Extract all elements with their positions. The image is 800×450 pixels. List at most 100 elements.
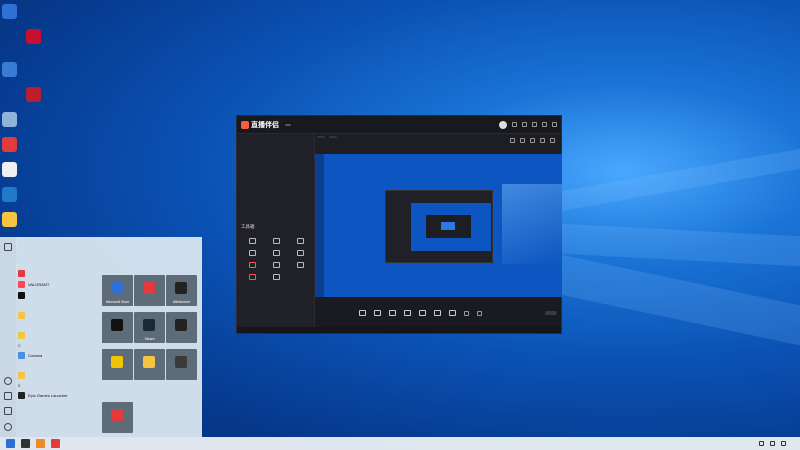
start-menu[interactable]: VALORANT C Cortana E Epic Games Launcher Mi… <box>0 237 202 437</box>
network-icon[interactable] <box>759 441 764 446</box>
mail-icon[interactable] <box>512 122 517 127</box>
app-label: VALORANT <box>28 282 50 287</box>
list-item[interactable] <box>18 268 98 279</box>
avatar[interactable] <box>499 120 507 129</box>
start-icon[interactable] <box>6 439 15 448</box>
app-icon[interactable] <box>36 439 45 448</box>
tool-item[interactable] <box>241 262 263 269</box>
list-item[interactable] <box>18 370 98 381</box>
app-icon <box>18 352 25 359</box>
app-icon[interactable] <box>51 439 60 448</box>
action-icon[interactable] <box>510 138 515 143</box>
recycle-bin-icon[interactable] <box>2 112 17 127</box>
app-icon[interactable] <box>2 187 17 202</box>
share-icon[interactable] <box>550 138 555 143</box>
close-icon[interactable] <box>552 122 557 127</box>
list-item[interactable]: Epic Games Launcher <box>18 390 98 401</box>
group-letter[interactable] <box>18 301 98 310</box>
tool-icon <box>248 250 256 256</box>
list-item[interactable] <box>18 330 98 341</box>
file-icon[interactable] <box>2 162 17 177</box>
start-tile[interactable] <box>102 349 133 380</box>
start-tile[interactable] <box>102 402 133 433</box>
tool-item[interactable] <box>241 250 263 257</box>
tool-item[interactable] <box>241 274 263 281</box>
tile-icon <box>175 319 187 331</box>
bottom-tool[interactable] <box>404 309 411 317</box>
bottom-tool[interactable] <box>359 309 366 317</box>
live-companion-window[interactable]: 直播伴侣 工具箱 <box>236 115 562 334</box>
mode-pill[interactable] <box>329 136 337 138</box>
bottom-tool[interactable] <box>449 309 456 317</box>
action-icon[interactable] <box>520 138 525 143</box>
bottom-tool[interactable] <box>374 309 381 317</box>
group-letter[interactable] <box>18 361 98 370</box>
left-panel: 工具箱 <box>237 134 315 333</box>
settings-icon[interactable] <box>522 122 527 127</box>
bottom-toolbar <box>315 297 561 329</box>
minimize-icon[interactable] <box>532 122 537 127</box>
app-icon[interactable] <box>26 87 41 102</box>
start-tile[interactable] <box>166 349 197 380</box>
tool-item[interactable] <box>289 238 311 245</box>
section-recent <box>18 259 98 268</box>
app-icon <box>18 372 25 379</box>
list-item[interactable]: Cortana <box>18 350 98 361</box>
tool-item[interactable] <box>289 262 311 269</box>
list-item[interactable]: VALORANT <box>18 279 98 290</box>
bottom-tool[interactable] <box>389 309 396 317</box>
document-icon[interactable] <box>4 392 12 400</box>
tool-grid <box>241 238 311 281</box>
camera-icon[interactable] <box>464 310 469 316</box>
network-icon[interactable] <box>2 62 17 77</box>
app-icon[interactable] <box>2 137 17 152</box>
tool-item[interactable] <box>289 250 311 257</box>
stream-preview[interactable] <box>315 154 562 297</box>
user-icon[interactable] <box>4 377 12 385</box>
bottom-tool[interactable] <box>434 309 441 317</box>
scene-pill[interactable] <box>317 136 325 138</box>
list-item[interactable] <box>18 310 98 321</box>
app-icon[interactable] <box>2 4 17 19</box>
folder-icon[interactable] <box>2 212 17 227</box>
start-tile[interactable] <box>134 275 165 306</box>
start-tile[interactable]: Microsoft Store <box>102 275 133 306</box>
start-tile[interactable] <box>102 312 133 343</box>
group-letter[interactable]: C <box>18 341 98 350</box>
header-actions <box>510 138 555 143</box>
list-item[interactable] <box>18 290 98 301</box>
tool-item[interactable] <box>265 262 287 269</box>
window-titlebar[interactable]: 直播伴侣 <box>237 116 561 134</box>
recent-apps: VALORANT <box>18 268 98 301</box>
group-letter[interactable] <box>18 321 98 330</box>
action-icon[interactable] <box>540 138 545 143</box>
app-icon[interactable] <box>26 29 41 44</box>
start-tile[interactable]: Afterburner <box>166 275 197 306</box>
tile-icon <box>143 319 155 331</box>
app-icon <box>18 281 25 288</box>
tool-icon <box>296 238 304 244</box>
start-tile[interactable] <box>166 312 197 343</box>
power-icon[interactable] <box>4 423 12 431</box>
start-tile[interactable]: Steam <box>134 312 165 343</box>
logo-icon <box>241 120 249 129</box>
tool-item[interactable] <box>241 238 263 245</box>
tool-item[interactable] <box>265 274 287 281</box>
hamburger-icon[interactable] <box>4 243 12 251</box>
ime-icon[interactable] <box>781 441 786 446</box>
tile-icon <box>175 282 187 294</box>
action-icon[interactable] <box>530 138 535 143</box>
tool-item[interactable] <box>265 250 287 257</box>
group-letter[interactable]: E <box>18 381 98 390</box>
settings-icon[interactable] <box>4 407 12 415</box>
go-live-button[interactable] <box>545 311 557 315</box>
search-icon[interactable] <box>21 439 30 448</box>
tile-icon <box>143 356 155 368</box>
start-tile[interactable] <box>134 349 165 380</box>
maximize-icon[interactable] <box>542 122 547 127</box>
settings-icon[interactable] <box>477 310 482 316</box>
tool-item[interactable] <box>265 238 287 245</box>
volume-icon[interactable] <box>770 441 775 446</box>
bottom-tool[interactable] <box>419 309 426 317</box>
tools-title: 工具箱 <box>241 224 255 229</box>
